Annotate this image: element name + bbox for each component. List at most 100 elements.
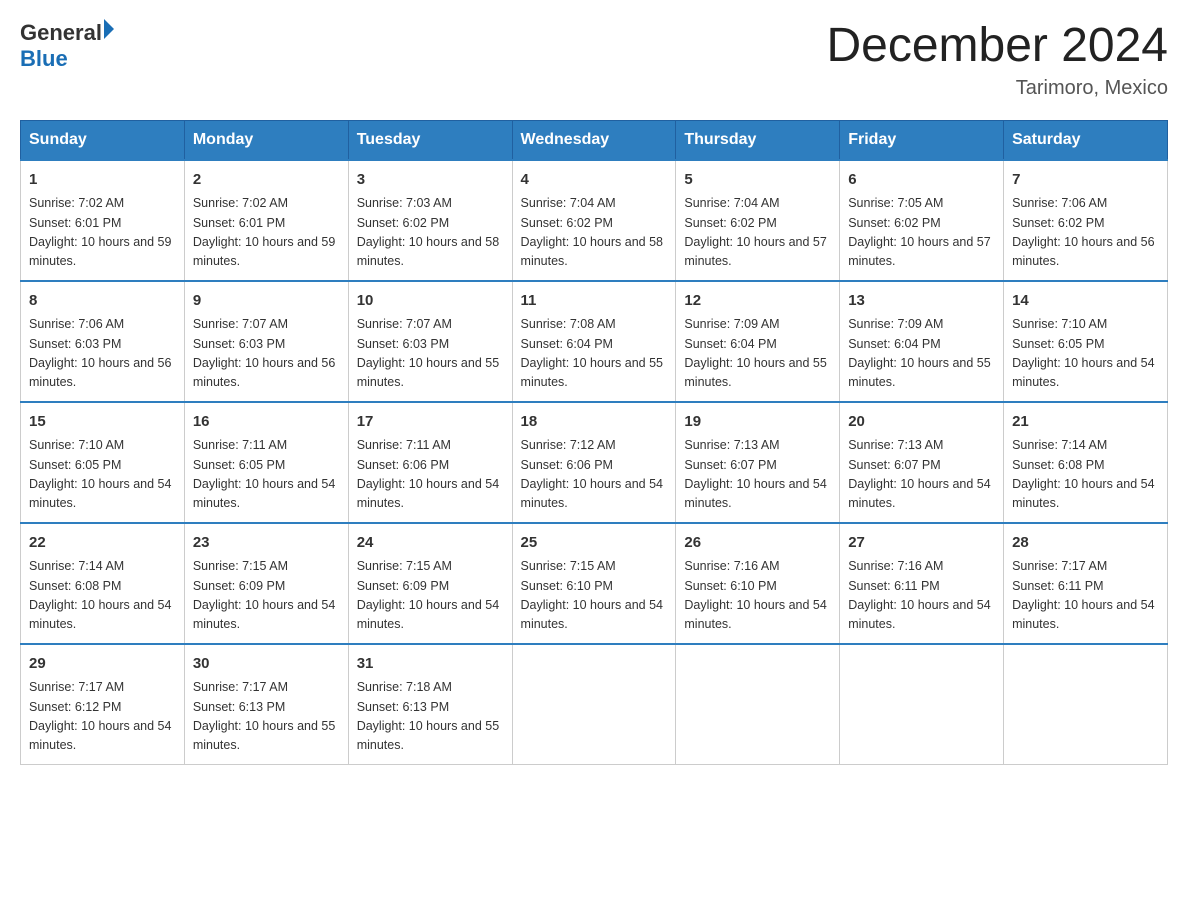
calendar-day-cell: 2Sunrise: 7:02 AMSunset: 6:01 PMDaylight… [184,160,348,281]
day-info: Sunrise: 7:15 AMSunset: 6:10 PMDaylight:… [521,557,668,635]
day-number: 16 [193,411,340,434]
calendar-day-cell: 23Sunrise: 7:15 AMSunset: 6:09 PMDayligh… [184,523,348,644]
day-info: Sunrise: 7:06 AMSunset: 6:02 PMDaylight:… [1012,194,1159,272]
month-title: December 2024 [826,20,1168,73]
day-number: 22 [29,532,176,555]
calendar-day-cell: 22Sunrise: 7:14 AMSunset: 6:08 PMDayligh… [21,523,185,644]
day-number: 14 [1012,290,1159,313]
header-day-monday: Monday [184,120,348,160]
day-info: Sunrise: 7:04 AMSunset: 6:02 PMDaylight:… [521,194,668,272]
day-info: Sunrise: 7:18 AMSunset: 6:13 PMDaylight:… [357,678,504,756]
day-number: 2 [193,169,340,192]
calendar-day-cell: 5Sunrise: 7:04 AMSunset: 6:02 PMDaylight… [676,160,840,281]
day-number: 17 [357,411,504,434]
logo-general-text: General [20,20,102,46]
calendar-day-cell: 8Sunrise: 7:06 AMSunset: 6:03 PMDaylight… [21,281,185,402]
calendar-week-row: 15Sunrise: 7:10 AMSunset: 6:05 PMDayligh… [21,402,1168,523]
day-number: 7 [1012,169,1159,192]
day-info: Sunrise: 7:10 AMSunset: 6:05 PMDaylight:… [29,436,176,514]
calendar-day-cell: 13Sunrise: 7:09 AMSunset: 6:04 PMDayligh… [840,281,1004,402]
day-info: Sunrise: 7:17 AMSunset: 6:13 PMDaylight:… [193,678,340,756]
page-header: General Blue December 2024 Tarimoro, Mex… [20,20,1168,100]
calendar-day-cell: 24Sunrise: 7:15 AMSunset: 6:09 PMDayligh… [348,523,512,644]
calendar-day-cell [840,644,1004,765]
day-number: 1 [29,169,176,192]
day-number: 9 [193,290,340,313]
calendar-week-row: 29Sunrise: 7:17 AMSunset: 6:12 PMDayligh… [21,644,1168,765]
header-day-tuesday: Tuesday [348,120,512,160]
day-info: Sunrise: 7:03 AMSunset: 6:02 PMDaylight:… [357,194,504,272]
calendar-day-cell: 6Sunrise: 7:05 AMSunset: 6:02 PMDaylight… [840,160,1004,281]
logo: General Blue [20,20,114,72]
day-info: Sunrise: 7:02 AMSunset: 6:01 PMDaylight:… [193,194,340,272]
day-number: 29 [29,653,176,676]
logo-blue-text: Blue [20,46,114,72]
day-number: 6 [848,169,995,192]
calendar-day-cell [512,644,676,765]
calendar-day-cell: 7Sunrise: 7:06 AMSunset: 6:02 PMDaylight… [1004,160,1168,281]
day-number: 30 [193,653,340,676]
logo-arrow-icon [104,19,114,39]
day-number: 4 [521,169,668,192]
calendar-header-row: SundayMondayTuesdayWednesdayThursdayFrid… [21,120,1168,160]
calendar-day-cell: 10Sunrise: 7:07 AMSunset: 6:03 PMDayligh… [348,281,512,402]
title-container: December 2024 Tarimoro, Mexico [826,20,1168,100]
calendar-day-cell: 18Sunrise: 7:12 AMSunset: 6:06 PMDayligh… [512,402,676,523]
day-info: Sunrise: 7:09 AMSunset: 6:04 PMDaylight:… [848,315,995,393]
header-day-thursday: Thursday [676,120,840,160]
day-info: Sunrise: 7:11 AMSunset: 6:06 PMDaylight:… [357,436,504,514]
calendar-day-cell: 25Sunrise: 7:15 AMSunset: 6:10 PMDayligh… [512,523,676,644]
day-info: Sunrise: 7:14 AMSunset: 6:08 PMDaylight:… [1012,436,1159,514]
calendar-day-cell: 29Sunrise: 7:17 AMSunset: 6:12 PMDayligh… [21,644,185,765]
day-info: Sunrise: 7:04 AMSunset: 6:02 PMDaylight:… [684,194,831,272]
day-info: Sunrise: 7:06 AMSunset: 6:03 PMDaylight:… [29,315,176,393]
day-number: 31 [357,653,504,676]
header-day-wednesday: Wednesday [512,120,676,160]
day-number: 8 [29,290,176,313]
calendar-day-cell: 21Sunrise: 7:14 AMSunset: 6:08 PMDayligh… [1004,402,1168,523]
day-info: Sunrise: 7:05 AMSunset: 6:02 PMDaylight:… [848,194,995,272]
day-number: 11 [521,290,668,313]
day-info: Sunrise: 7:02 AMSunset: 6:01 PMDaylight:… [29,194,176,272]
day-number: 20 [848,411,995,434]
day-number: 12 [684,290,831,313]
calendar-day-cell: 9Sunrise: 7:07 AMSunset: 6:03 PMDaylight… [184,281,348,402]
header-day-sunday: Sunday [21,120,185,160]
calendar-day-cell: 31Sunrise: 7:18 AMSunset: 6:13 PMDayligh… [348,644,512,765]
calendar-day-cell: 14Sunrise: 7:10 AMSunset: 6:05 PMDayligh… [1004,281,1168,402]
day-info: Sunrise: 7:15 AMSunset: 6:09 PMDaylight:… [357,557,504,635]
header-day-saturday: Saturday [1004,120,1168,160]
day-info: Sunrise: 7:08 AMSunset: 6:04 PMDaylight:… [521,315,668,393]
calendar-day-cell: 26Sunrise: 7:16 AMSunset: 6:10 PMDayligh… [676,523,840,644]
day-number: 13 [848,290,995,313]
day-number: 26 [684,532,831,555]
day-info: Sunrise: 7:15 AMSunset: 6:09 PMDaylight:… [193,557,340,635]
day-number: 19 [684,411,831,434]
day-info: Sunrise: 7:10 AMSunset: 6:05 PMDaylight:… [1012,315,1159,393]
day-number: 3 [357,169,504,192]
day-number: 23 [193,532,340,555]
day-number: 28 [1012,532,1159,555]
day-number: 25 [521,532,668,555]
calendar-day-cell: 1Sunrise: 7:02 AMSunset: 6:01 PMDaylight… [21,160,185,281]
calendar-day-cell [676,644,840,765]
day-info: Sunrise: 7:13 AMSunset: 6:07 PMDaylight:… [684,436,831,514]
day-info: Sunrise: 7:07 AMSunset: 6:03 PMDaylight:… [193,315,340,393]
day-info: Sunrise: 7:11 AMSunset: 6:05 PMDaylight:… [193,436,340,514]
day-number: 21 [1012,411,1159,434]
calendar-day-cell: 30Sunrise: 7:17 AMSunset: 6:13 PMDayligh… [184,644,348,765]
day-number: 24 [357,532,504,555]
calendar-day-cell: 16Sunrise: 7:11 AMSunset: 6:05 PMDayligh… [184,402,348,523]
calendar-day-cell [1004,644,1168,765]
calendar-day-cell: 3Sunrise: 7:03 AMSunset: 6:02 PMDaylight… [348,160,512,281]
day-number: 5 [684,169,831,192]
calendar-week-row: 1Sunrise: 7:02 AMSunset: 6:01 PMDaylight… [21,160,1168,281]
day-info: Sunrise: 7:16 AMSunset: 6:11 PMDaylight:… [848,557,995,635]
day-info: Sunrise: 7:13 AMSunset: 6:07 PMDaylight:… [848,436,995,514]
calendar-week-row: 22Sunrise: 7:14 AMSunset: 6:08 PMDayligh… [21,523,1168,644]
location-title: Tarimoro, Mexico [826,77,1168,100]
calendar-day-cell: 27Sunrise: 7:16 AMSunset: 6:11 PMDayligh… [840,523,1004,644]
day-info: Sunrise: 7:17 AMSunset: 6:12 PMDaylight:… [29,678,176,756]
calendar-day-cell: 28Sunrise: 7:17 AMSunset: 6:11 PMDayligh… [1004,523,1168,644]
day-info: Sunrise: 7:07 AMSunset: 6:03 PMDaylight:… [357,315,504,393]
